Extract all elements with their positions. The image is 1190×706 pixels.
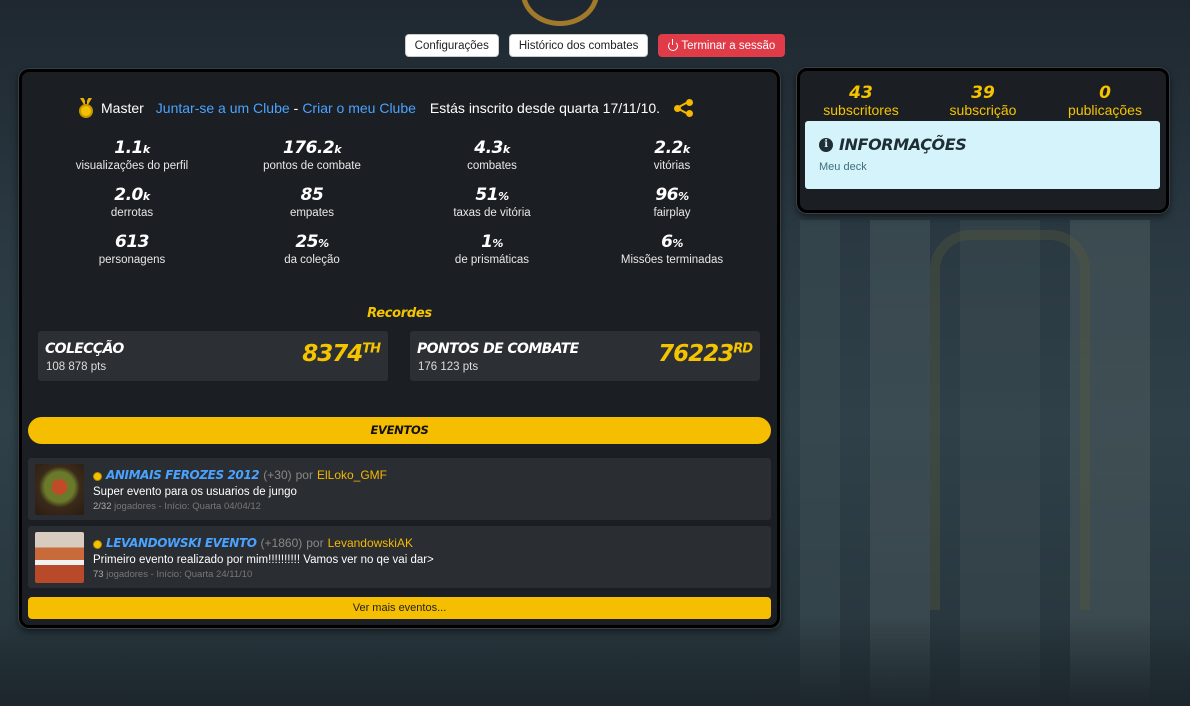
event-meta: 2/32 jogadores - Início: Quarta 04/04/12 <box>93 501 261 512</box>
events-header: Eventos <box>28 417 771 444</box>
top-toolbar: Configurações Histórico dos combates Ter… <box>0 34 1190 57</box>
event-author-link[interactable]: ElLoko_GMF <box>317 468 387 482</box>
stat-profile-views: 1.1k visualizações do perfil <box>75 138 189 172</box>
more-events-button[interactable]: Ver mais eventos... <box>28 597 771 619</box>
record-collection: Colecção 108 878 pts 8374TH <box>38 331 388 381</box>
member-since-text: Estás inscrito desde quarta 17/11/10. <box>429 100 661 116</box>
my-deck-link[interactable]: Meu deck <box>819 161 867 173</box>
rank-label: Master <box>101 100 144 116</box>
coin-icon <box>93 471 102 481</box>
info-title: i Informações <box>819 135 967 154</box>
logout-label: Terminar a sessão <box>681 39 776 52</box>
event-description: Super evento para os usuarios de jungo <box>93 486 297 498</box>
separator: - <box>293 100 299 116</box>
stat-combat-points: 176.2k pontos de combate <box>263 138 361 172</box>
event-thumbnail[interactable] <box>35 532 84 583</box>
power-icon <box>668 38 679 51</box>
event-bonus: (+30) <box>263 468 292 482</box>
event-thumbnail[interactable] <box>35 464 84 515</box>
record-combat-points: Pontos de combate 176 123 pts 76223RD <box>410 331 760 381</box>
settings-button[interactable]: Configurações <box>404 34 499 57</box>
event-by: por <box>295 468 313 482</box>
record-name: Colecção <box>45 341 124 357</box>
profile-header: Master Juntar-se a um Clube - Criar o me… <box>77 98 737 118</box>
record-points: 108 878 pts <box>46 361 107 373</box>
stat-victories: 2.2k vitórias <box>653 138 691 172</box>
subscribers-stat[interactable]: 43 subscritores <box>800 84 922 118</box>
stat-characters: 613 personagens <box>98 232 166 266</box>
records-title: Recordes <box>367 306 432 321</box>
record-rank: 8374TH <box>302 341 381 367</box>
event-by: por <box>306 536 324 550</box>
profile-panel: Master Juntar-se a um Clube - Criar o me… <box>19 69 780 628</box>
stat-win-rate: 51% taxas de vitória <box>453 185 531 219</box>
create-club-link[interactable]: Criar o meu Clube <box>302 100 416 116</box>
stat-missions: 6% Missões terminadas <box>620 232 724 266</box>
event-item[interactable]: Levandowski Evento (+1860) por Levandows… <box>28 526 771 588</box>
coin-icon <box>93 539 102 549</box>
stat-prismatics: 1% de prismáticas <box>454 232 530 266</box>
record-name: Pontos de combate <box>417 341 579 357</box>
stats-grid: 1.1k visualizações do perfil 176.2k pontos… <box>42 138 762 267</box>
social-stats: 43 subscritores 39 subscrição 0 publicações <box>800 84 1166 118</box>
info-icon: i <box>819 137 833 152</box>
stat-combats: 4.3k combates <box>467 138 517 172</box>
logout-button[interactable]: Terminar a sessão <box>658 34 786 57</box>
event-title-link[interactable]: Levandowski Evento <box>106 536 257 550</box>
stat-defeats: 2.0k derrotas <box>110 185 154 219</box>
info-box: i Informações Meu deck <box>805 121 1160 189</box>
event-description: Primeiro evento realizado por mim!!!!!!!… <box>93 554 434 566</box>
event-item[interactable]: Animais Ferozes 2012 (+30) por ElLoko_GM… <box>28 458 771 520</box>
record-points: 176 123 pts <box>418 361 479 373</box>
stat-collection: 25% da coleção <box>284 232 340 266</box>
share-icon[interactable] <box>674 99 694 117</box>
publications-stat[interactable]: 0 publicações <box>1044 84 1166 118</box>
stat-fairplay: 96% fairplay <box>653 185 691 219</box>
social-panel: 43 subscritores 39 subscrição 0 publicações… <box>797 68 1169 213</box>
stat-draws: 85 empates <box>289 185 335 219</box>
event-title-link[interactable]: Animais Ferozes 2012 <box>106 468 260 482</box>
subscriptions-stat[interactable]: 39 subscrição <box>922 84 1044 118</box>
event-meta: 73 jogadores - Início: Quarta 24/11/10 <box>93 569 253 580</box>
record-rank: 76223RD <box>658 341 753 367</box>
join-club-link[interactable]: Juntar-se a um Clube <box>156 100 290 116</box>
medal-icon <box>77 98 95 118</box>
combat-history-button[interactable]: Histórico dos combates <box>508 34 649 57</box>
event-bonus: (+1860) <box>260 536 303 550</box>
event-author-link[interactable]: LevandowskiAK <box>328 536 413 550</box>
